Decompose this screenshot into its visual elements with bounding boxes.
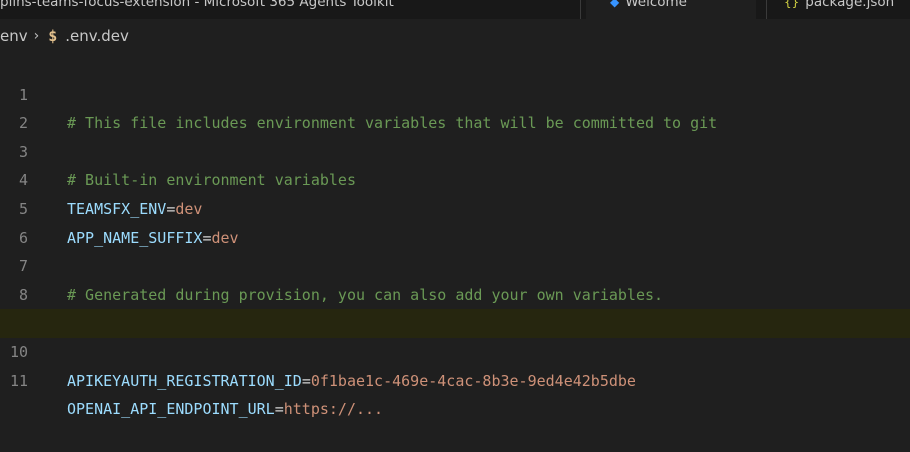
tab-label: package.json: [805, 0, 895, 10]
code-line-highlighted: 10 APIKEYAUTH_REGISTRATION_ID=0f1bae1c-4…: [0, 309, 910, 390]
code-line: 8 TEAMS_APP_ID=1ec98b14-a774-4e2f-ac1b-1…: [0, 252, 910, 333]
breadcrumb: env › $ .env.dev: [0, 24, 910, 48]
code-line: 7 # Generated during provision, you can …: [0, 224, 910, 304]
code-line: 1 # This file includes environment varia…: [0, 52, 910, 133]
tab-separator: [766, 0, 767, 19]
json-icon: {}: [784, 0, 800, 9]
code-line: 5 APP_NAME_SUFFIX=dev: [0, 166, 910, 247]
code-line: 11 OPENAI_API_ENDPOINT_URL=https://...: [0, 338, 910, 419]
env-key: APIKEYAUTH_REGISTRATION_ID: [67, 371, 302, 390]
env-value: https://...: [283, 400, 384, 419]
chevron-right-icon: ›: [33, 28, 40, 44]
tab-label: plins-teams-focus-extension - Microsoft …: [0, 0, 394, 10]
tab-welcome[interactable]: ◆ Welcome: [586, 0, 756, 19]
code-line: 4 TEAMSFX_ENV=dev: [0, 138, 910, 218]
equals-sign: =: [274, 400, 284, 419]
code-line: 6: [0, 195, 910, 247]
vscode-icon: ◆: [610, 0, 620, 9]
code-line: 3 # Built-in environment variables: [0, 109, 910, 190]
tab-label: Welcome: [625, 0, 687, 10]
tab-package-json[interactable]: {} package.json: [770, 0, 910, 19]
equals-sign: =: [301, 371, 311, 390]
dollar-icon: $: [48, 27, 58, 45]
env-key: OPENAI_API_ENDPOINT_URL: [67, 400, 275, 419]
editor-tab-bar: plins-teams-focus-extension - Microsoft …: [0, 0, 910, 19]
breadcrumb-file[interactable]: .env.dev: [65, 27, 129, 45]
tab-separator: [580, 0, 581, 19]
code-editor[interactable]: 1 # This file includes environment varia…: [0, 52, 910, 418]
tab-window-title[interactable]: plins-teams-focus-extension - Microsoft …: [0, 0, 570, 19]
line-number: 11: [9, 371, 28, 390]
breadcrumb-folder[interactable]: env: [0, 27, 28, 45]
code-line: 2: [0, 81, 910, 132]
env-value: 0f1bae1c-469e-4cac-8b3e-9ed4e42b5dbe: [310, 371, 636, 390]
code-line: 9: [0, 281, 910, 332]
